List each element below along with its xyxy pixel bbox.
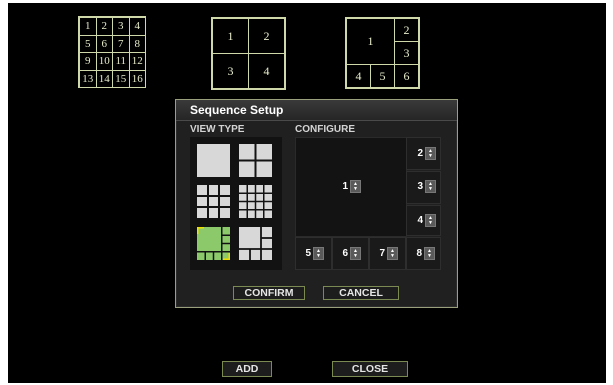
up-down-arrow-icon[interactable]: ▲ ▼ — [350, 247, 361, 260]
six-split-icon — [239, 227, 272, 260]
layout-cell: 2 — [95, 17, 113, 36]
layout-cell: 2 — [394, 18, 419, 42]
sixteen-grid-icon — [239, 185, 272, 218]
layout-cell: 1 — [346, 18, 395, 65]
up-down-arrow-icon[interactable]: ▲ ▼ — [313, 247, 324, 260]
layout-cell: 8 — [128, 34, 146, 53]
eight-split-icon — [195, 225, 232, 262]
up-down-arrow-icon[interactable]: ▲ ▼ — [350, 180, 361, 193]
up-down-arrow-icon[interactable]: ▲ ▼ — [425, 180, 436, 193]
layout-cell: 3 — [394, 41, 419, 65]
layout-cell: 16 — [128, 69, 146, 88]
quad-grid-icon — [239, 144, 272, 177]
channel-spinner-7[interactable]: 7 ▲ ▼ — [375, 246, 398, 261]
channel-value: 5 — [305, 248, 311, 259]
layout-cell: 4 — [248, 53, 285, 89]
layout-cell: 2 — [248, 18, 285, 54]
layout-cell: 10 — [95, 52, 113, 71]
up-down-arrow-icon[interactable]: ▲ ▼ — [424, 247, 435, 260]
layout-cell: 14 — [95, 69, 113, 88]
channel-spinner-6[interactable]: 6 ▲ ▼ — [338, 246, 361, 261]
channel-spinner-2[interactable]: 2 ▲ ▼ — [413, 146, 436, 161]
channel-spinner-4[interactable]: 4 ▲ ▼ — [413, 213, 436, 228]
layout-cell: 7 — [112, 34, 130, 53]
configure-label: CONFIGURE — [295, 124, 355, 135]
layout-preview-16[interactable]: 1 2 3 4 5 6 7 8 9 10 11 12 13 14 15 16 — [78, 16, 146, 88]
channel-value: 6 — [342, 248, 348, 259]
view-type-nine[interactable] — [197, 185, 230, 218]
view-type-panel — [190, 137, 282, 270]
channel-spinner-3[interactable]: 3 ▲ ▼ — [413, 179, 436, 194]
channel-value: 3 — [417, 181, 423, 192]
channel-spinner-1[interactable]: 1 ▲ ▼ — [338, 179, 361, 194]
dialog-title: Sequence Setup — [176, 100, 457, 121]
channel-value: 7 — [379, 248, 385, 259]
confirm-button[interactable]: CONFIRM — [233, 286, 305, 300]
up-down-arrow-icon[interactable]: ▲ ▼ — [425, 147, 436, 160]
layout-cell: 5 — [370, 64, 395, 88]
channel-value: 4 — [417, 215, 423, 226]
close-button[interactable]: CLOSE — [332, 361, 408, 377]
layout-cell: 15 — [112, 69, 130, 88]
channel-value: 8 — [416, 248, 422, 259]
channel-value: 1 — [342, 181, 348, 192]
channel-value: 2 — [417, 148, 423, 159]
layout-cell: 4 — [346, 64, 371, 88]
layout-cell: 5 — [79, 34, 97, 53]
view-type-label: VIEW TYPE — [190, 124, 245, 135]
sequence-setup-dialog: Sequence Setup VIEW TYPE CONFIGURE 1 ▲ ▼… — [175, 99, 458, 308]
view-type-single[interactable] — [197, 144, 230, 177]
layout-cell: 13 — [79, 69, 97, 88]
layout-cell: 6 — [394, 64, 419, 88]
add-button[interactable]: ADD — [222, 361, 272, 377]
cancel-button[interactable]: CANCEL — [323, 286, 399, 300]
view-type-quad[interactable] — [239, 144, 272, 177]
layout-cell: 1 — [212, 18, 249, 54]
view-type-eight-selected[interactable] — [195, 225, 232, 262]
channel-spinner-5[interactable]: 5 ▲ ▼ — [301, 246, 324, 261]
layout-cell: 3 — [212, 53, 249, 89]
layout-preview-6[interactable]: 1 2 3 4 5 6 — [345, 17, 420, 89]
up-down-arrow-icon[interactable]: ▲ ▼ — [425, 214, 436, 227]
up-down-arrow-icon[interactable]: ▲ ▼ — [387, 247, 398, 260]
layout-cell: 3 — [112, 17, 130, 36]
layout-cell: 11 — [112, 52, 130, 71]
layout-cell: 12 — [128, 52, 146, 71]
view-type-six[interactable] — [239, 227, 272, 260]
nine-grid-icon — [197, 185, 230, 218]
layout-cell: 4 — [128, 17, 146, 36]
view-type-sixteen[interactable] — [239, 185, 272, 218]
layout-cell: 6 — [95, 34, 113, 53]
layout-cell: 1 — [79, 17, 97, 36]
channel-spinner-8[interactable]: 8 ▲ ▼ — [412, 246, 435, 261]
layout-cell: 9 — [79, 52, 97, 71]
layout-preview-4[interactable]: 1 2 3 4 — [211, 17, 286, 90]
